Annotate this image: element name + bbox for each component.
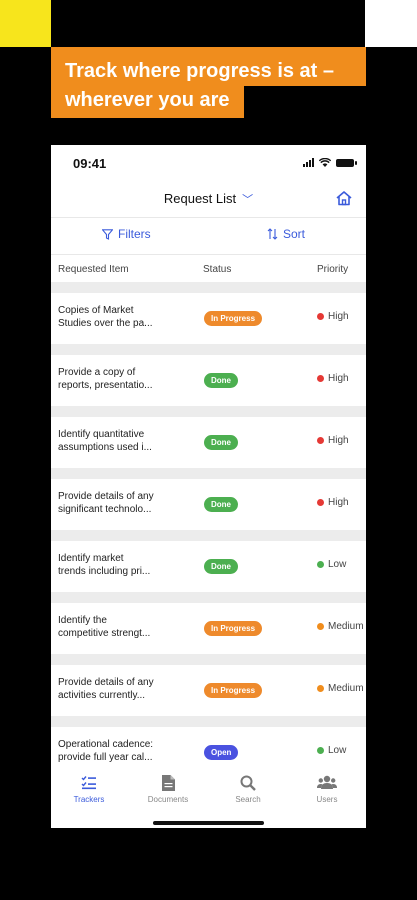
phone-screen: 09:41 Request List ﹀ Filters Sort Request…	[51, 145, 366, 828]
status-icons	[303, 158, 357, 167]
table-row[interactable]: Identify the competitive strengt... In Pr…	[51, 603, 366, 653]
priority-indicator: Low	[317, 559, 346, 570]
home-indicator	[153, 821, 264, 825]
table-row[interactable]: Identify market trends including pri... D…	[51, 541, 366, 591]
status-badge: In Progress	[204, 683, 263, 698]
priority-indicator: Medium	[317, 683, 364, 694]
requested-item-text: Identify the competitive strengt...	[58, 615, 151, 639]
filters-label: Filters	[118, 227, 151, 241]
white-corner-block	[365, 0, 417, 47]
status-badge: In Progress	[204, 621, 263, 636]
tab-bar: Trackers Documents Search Users	[51, 765, 366, 828]
priority-label: High	[328, 311, 349, 322]
tab-search[interactable]: Search	[218, 775, 278, 804]
tab-label: Search	[235, 795, 261, 804]
row-separator	[51, 654, 366, 665]
tab-trackers[interactable]: Trackers	[59, 775, 119, 804]
row-separator	[51, 344, 366, 355]
status-badge: Open	[204, 745, 239, 760]
tab-label: Trackers	[73, 795, 105, 804]
table-row[interactable]: Copies of Market Studies over the pa... I…	[51, 293, 366, 343]
sort-icon	[267, 228, 278, 240]
requested-item-text: Identify market trends including pri...	[58, 553, 151, 577]
toolbar-divider	[51, 254, 366, 255]
priority-indicator: Medium	[317, 621, 364, 632]
chevron-down-icon: ﹀	[242, 194, 254, 206]
tab-documents[interactable]: Documents	[138, 775, 198, 804]
tab-label: Documents	[147, 795, 189, 804]
row-separator	[51, 406, 366, 417]
row-separator	[51, 716, 366, 727]
wifi-icon	[319, 158, 331, 167]
requested-item-text: Operational cadence: provide full year c…	[58, 739, 154, 763]
column-header-status[interactable]: Status	[203, 264, 231, 275]
priority-indicator: High	[317, 435, 349, 446]
priority-label: Medium	[328, 683, 364, 694]
headline-line-1: Track where progress is at –	[51, 47, 366, 86]
requested-item-text: Provide details of any activities curren…	[58, 677, 154, 701]
priority-label: High	[328, 497, 349, 508]
nav-divider	[51, 217, 366, 218]
priority-dot-icon	[317, 685, 324, 692]
yellow-corner-block	[0, 0, 51, 47]
home-icon[interactable]	[335, 190, 353, 206]
status-badge: Done	[204, 497, 238, 512]
row-separator	[51, 592, 366, 603]
checklist-icon	[81, 776, 96, 790]
priority-label: Low	[328, 745, 347, 756]
sort-button[interactable]: Sort	[267, 227, 305, 241]
priority-indicator: High	[317, 373, 349, 384]
priority-dot-icon	[317, 561, 324, 568]
battery-icon	[336, 158, 357, 167]
status-bar: 09:41	[51, 145, 366, 181]
priority-dot-icon	[317, 375, 324, 382]
requested-item-text: Provide a copy of reports, presentatio..…	[58, 367, 153, 391]
headline-banner: Track where progress is at – wherever yo…	[51, 47, 366, 118]
priority-label: Medium	[328, 621, 364, 632]
tab-users[interactable]: Users	[297, 775, 357, 804]
column-header-item[interactable]: Requested Item	[58, 264, 129, 275]
document-icon	[161, 775, 175, 791]
row-separator	[51, 468, 366, 479]
priority-dot-icon	[317, 437, 324, 444]
status-badge: Done	[204, 373, 238, 388]
status-badge: In Progress	[204, 311, 263, 326]
priority-dot-icon	[317, 623, 324, 630]
signal-icon	[303, 158, 314, 167]
priority-indicator: High	[317, 311, 349, 322]
priority-dot-icon	[317, 499, 324, 506]
filters-button[interactable]: Filters	[102, 227, 151, 241]
priority-dot-icon	[317, 747, 324, 754]
priority-label: Low	[328, 559, 347, 570]
priority-indicator: High	[317, 497, 349, 508]
page-title: Request List	[163, 191, 237, 206]
table-row[interactable]: Provide a copy of reports, presentatio..…	[51, 355, 366, 405]
priority-label: High	[328, 373, 349, 384]
headline-line-2: wherever you are	[51, 86, 244, 118]
table-row[interactable]: Provide details of any significant techn…	[51, 479, 366, 529]
nav-bar: Request List ﹀	[51, 181, 366, 217]
status-badge: Done	[204, 559, 238, 574]
priority-indicator: Low	[317, 745, 346, 756]
priority-label: High	[328, 435, 349, 446]
users-icon	[317, 775, 337, 789]
table-row[interactable]: Identify quantitative assumptions used i…	[51, 417, 366, 467]
request-list-dropdown[interactable]: Request List ﹀	[51, 191, 366, 207]
requested-item-text: Identify quantitative assumptions used i…	[58, 429, 152, 453]
toolbar: Filters Sort	[51, 219, 366, 251]
status-time: 09:41	[73, 156, 107, 171]
filter-icon	[102, 228, 113, 240]
priority-dot-icon	[317, 313, 324, 320]
status-badge: Done	[204, 435, 238, 450]
sort-label: Sort	[283, 227, 306, 241]
table-row[interactable]: Provide details of any activities curren…	[51, 665, 366, 715]
row-separator	[51, 530, 366, 541]
column-header-priority[interactable]: Priority	[317, 264, 348, 275]
row-separator	[51, 282, 366, 293]
search-icon	[240, 775, 256, 791]
requested-item-text: Copies of Market Studies over the pa...	[58, 305, 153, 329]
requested-item-text: Provide details of any significant techn…	[58, 491, 154, 515]
tab-label: Users	[316, 795, 338, 804]
